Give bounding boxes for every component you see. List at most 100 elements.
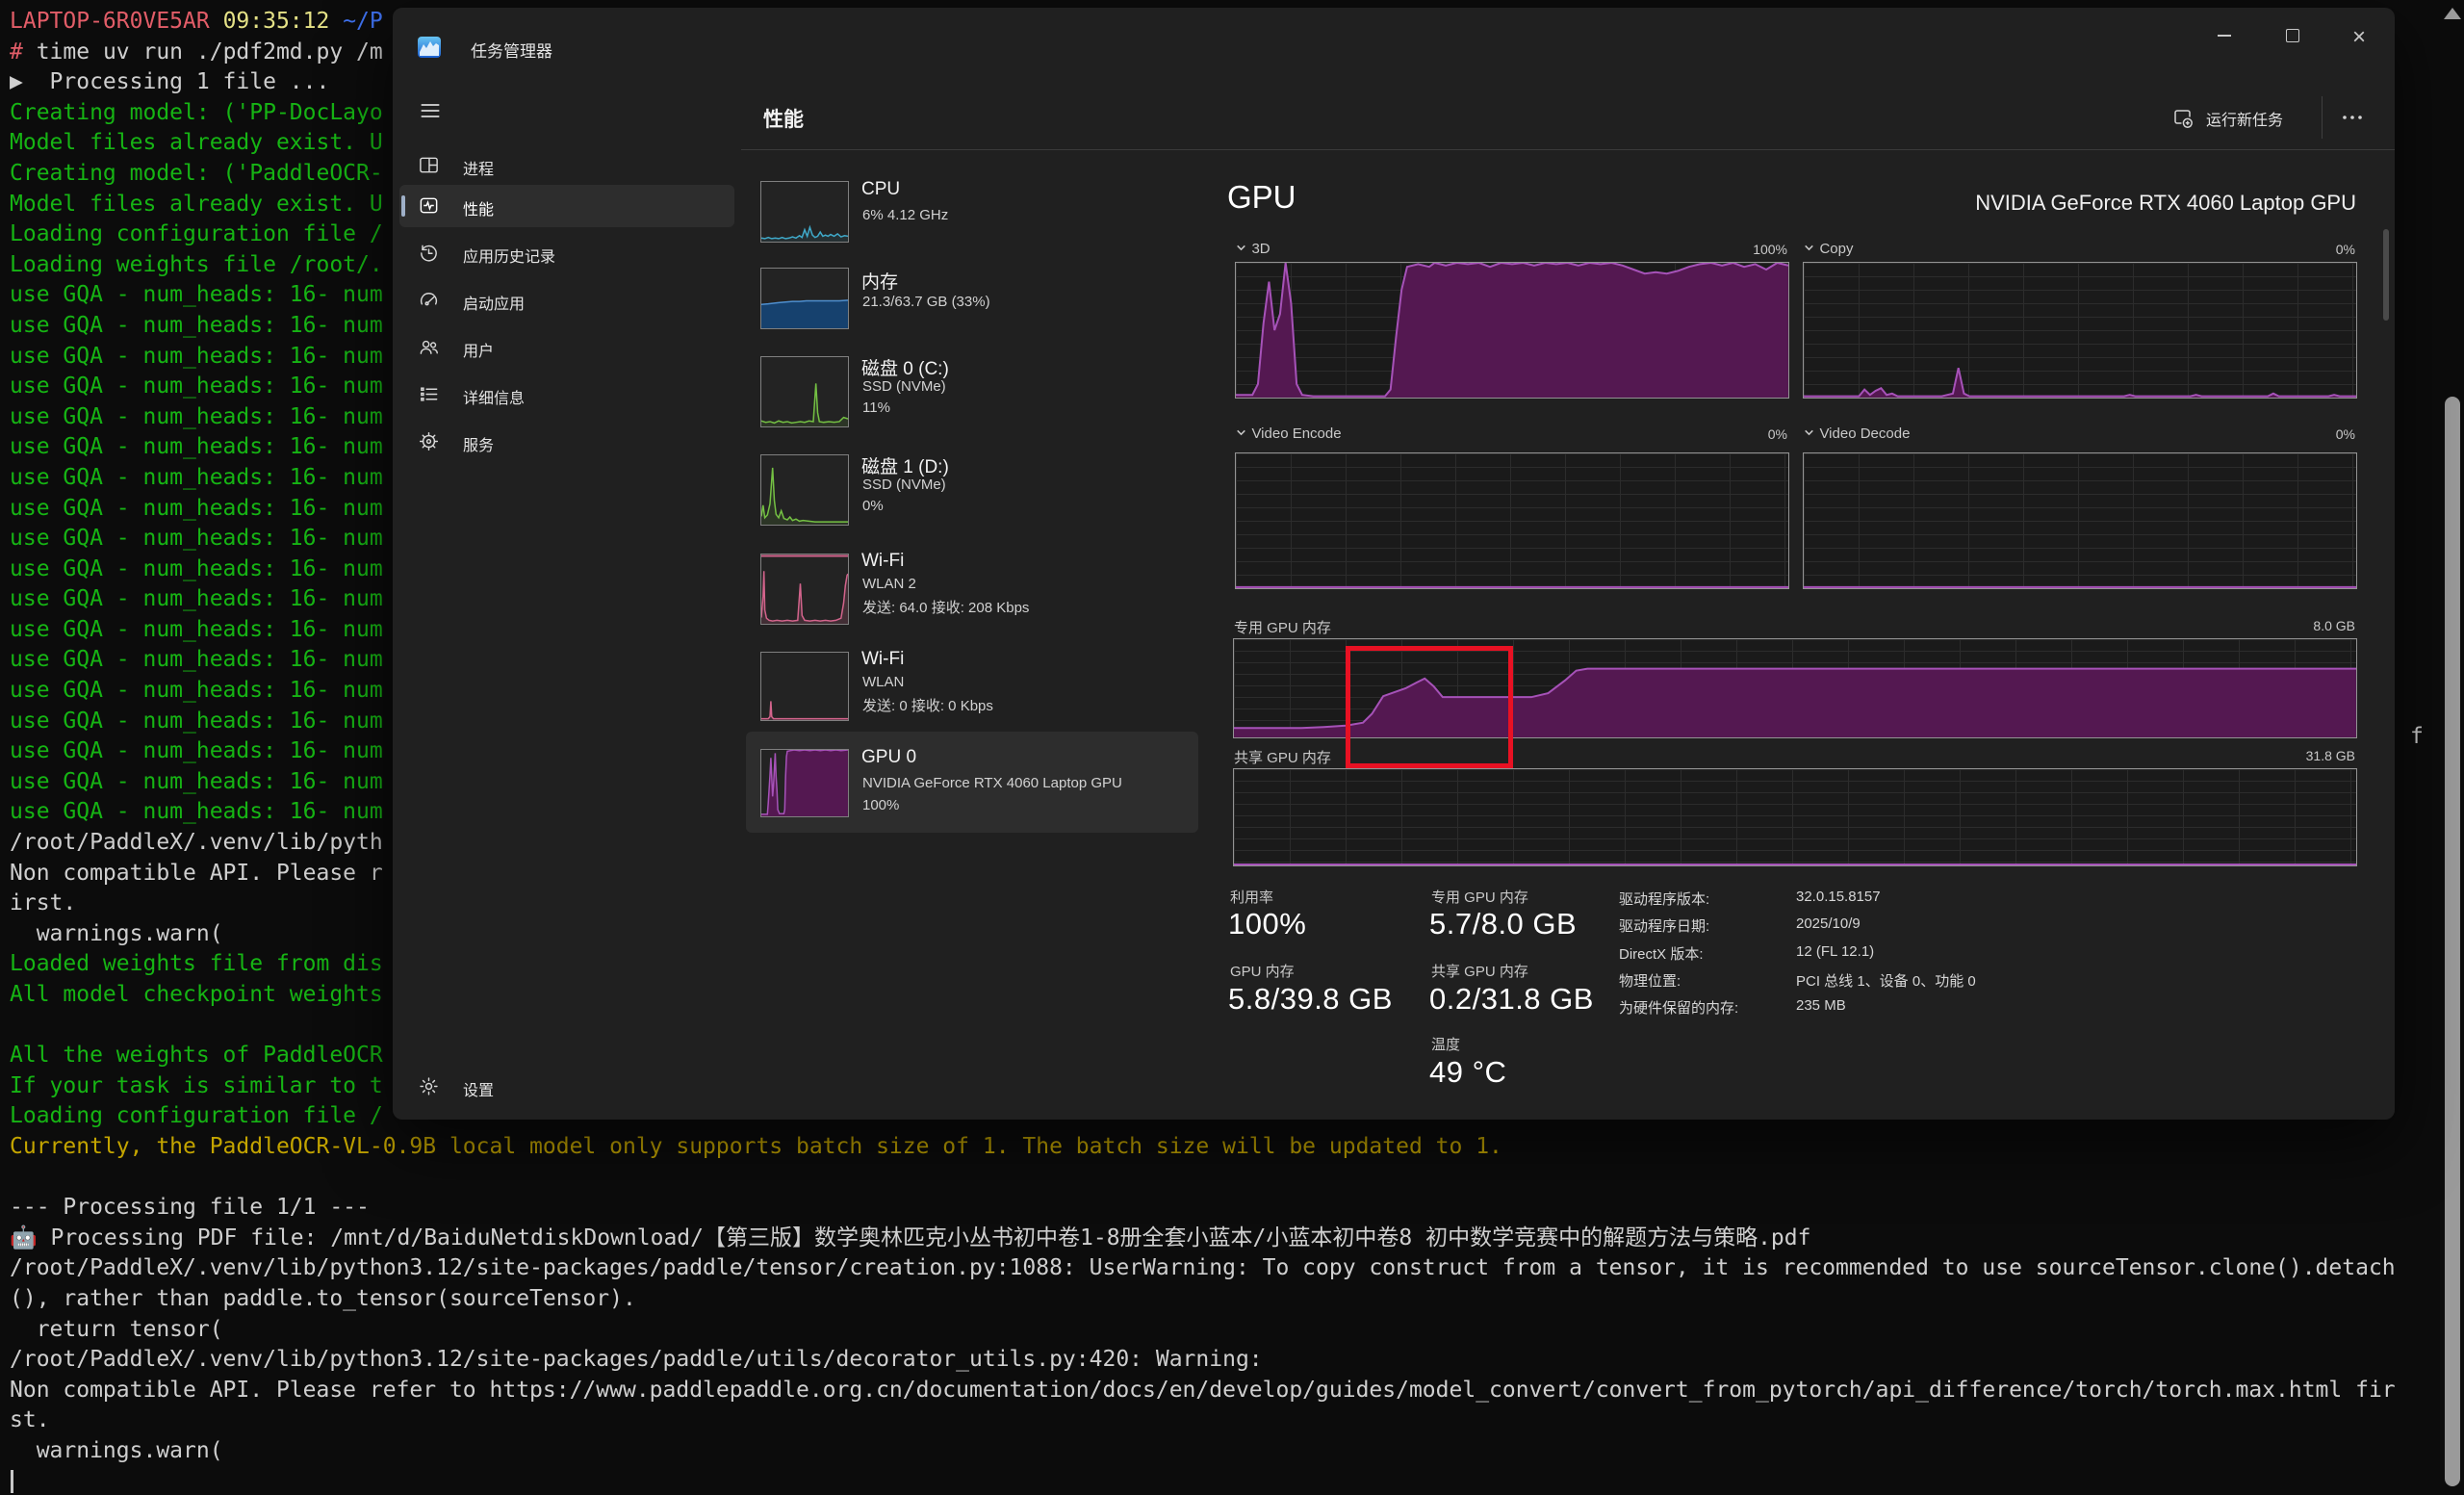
terminal-line: (), rather than paddle.to_tensor(sourceT… [10,1284,2464,1315]
gpu-memory-value: 5.8/39.8 GB [1228,982,1393,1017]
chevron-down-icon [1235,426,1247,439]
terminal-line: --- Processing file 1/1 --- [10,1193,2464,1224]
shared-memory-stat-value: 0.2/31.8 GB [1429,982,1594,1017]
users-icon [418,336,440,358]
hamburger-icon [422,105,438,116]
terminal-line: /root/PaddleX/.venv/lib/python3.12/site-… [10,1345,2464,1376]
page-title: 性能 [763,104,804,133]
shared-memory-stat-label: 共享 GPU 内存 [1431,961,1528,981]
directx-version-value: 12 (FL 12.1) [1796,943,1874,960]
disk0-mini-chart [760,356,849,427]
app-history-icon [418,242,440,264]
startup-apps-icon [418,289,440,311]
terminal-scrollbar-thumb[interactable] [2445,397,2460,1486]
red-annotation-rectangle [1346,646,1513,768]
terminal-line: Currently, the PaddleOCR-VL-0.9B local m… [10,1132,2464,1163]
terminal-line: warnings.warn( [10,1436,2464,1467]
dedicated-memory-stat-label: 专用 GPU 内存 [1431,887,1528,907]
terminal-line: 🤖 Processing PDF file: /mnt/d/BaiduNetdi… [10,1224,2464,1254]
temperature-label: 温度 [1431,1034,1460,1054]
driver-date-label: 驱动程序日期: [1619,915,1709,936]
selected-accent-bar [401,195,405,217]
dedicated-memory-label: 专用 GPU 内存 [1234,617,1331,637]
sidebar-item-services[interactable]: 服务 [399,421,734,463]
perf-row-disk1[interactable]: 磁盘 1 (D:) SSD (NVMe) 0% [746,445,1198,543]
gpu-shared-memory-chart [1233,768,2357,866]
chart-3d-max: 100% [1595,242,1787,257]
hardware-reserved-memory-value: 235 MB [1796,997,1846,1014]
services-icon [418,430,440,452]
chart-encode-max: 0% [1595,426,1787,442]
titlebar[interactable]: 任务管理器 × [393,8,2395,75]
perf-row-gpu-selected[interactable]: GPU 0 NVIDIA GeForce RTX 4060 Laptop GPU… [746,732,1198,833]
panel-scrollbar-thumb[interactable] [2383,229,2389,321]
processes-icon [418,154,440,176]
minimize-button[interactable] [2218,35,2231,37]
sidebar-item-startup-apps[interactable]: 启动应用 [399,279,734,322]
memory-mini-chart [760,268,849,329]
perf-row-wifi[interactable]: Wi-Fi WLAN 发送: 0 接收: 0 Kbps [746,641,1198,732]
app-icon [418,37,441,58]
wifi2-mini-chart [760,554,849,625]
gpu-video-encode-chart [1235,452,1789,589]
maximize-button[interactable] [2286,29,2299,42]
driver-version-label: 驱动程序版本: [1619,889,1709,909]
terminal-line [10,1163,2464,1194]
perf-row-wifi2[interactable]: Wi-Fi WLAN 2 发送: 64.0 接收: 208 Kbps [746,543,1198,641]
sidebar-item-details[interactable]: 详细信息 [399,374,734,416]
terminal-line: return tensor( [10,1315,2464,1346]
shared-memory-max: 31.8 GB [2163,748,2355,763]
window-title: 任务管理器 [471,38,552,62]
details-icon [418,383,440,405]
sidebar-item-settings[interactable]: 设置 [399,1066,734,1108]
gpu-device-name: NVIDIA GeForce RTX 4060 Laptop GPU [1227,191,2356,216]
chart-decode-max: 0% [2163,426,2355,442]
terminal-text-fragment: f [2410,724,2424,749]
header-divider [2322,96,2323,139]
chart-decode-collapse[interactable]: Video Decode [1803,425,1910,443]
task-manager-window: 任务管理器 × 进程 性能 应用历史记录 [393,8,2395,1120]
perf-row-disk0[interactable]: 磁盘 0 (C:) SSD (NVMe) 11% [746,347,1198,445]
sidebar-item-performance[interactable]: 性能 [399,185,734,227]
chevron-down-icon [1803,242,1815,254]
wifi-mini-chart [760,652,849,721]
terminal-line: Non compatible API. Please refer to http… [10,1376,2464,1406]
gpu-mini-chart [760,749,849,817]
gpu-memory-label: GPU 内存 [1230,961,1295,981]
terminal-line: /root/PaddleX/.venv/lib/python3.12/site-… [10,1253,2464,1284]
dedicated-memory-max: 8.0 GB [2163,618,2355,633]
physical-location-value: PCI 总线 1、设备 0、功能 0 [1796,970,1976,991]
chart-copy-max: 0% [2163,242,2355,257]
chart-copy-collapse[interactable]: Copy [1803,241,1853,258]
cpu-mini-chart [760,181,849,243]
sidebar-item-app-history[interactable]: 应用历史记录 [399,232,734,274]
menu-toggle-button[interactable] [418,98,443,123]
close-button[interactable]: × [2352,24,2366,51]
dedicated-memory-stat-value: 5.7/8.0 GB [1429,907,1577,941]
terminal-line: st. [10,1405,2464,1436]
hardware-reserved-memory-label: 为硬件保留的内存: [1619,997,1738,1018]
driver-date-value: 2025/10/9 [1796,915,1861,932]
temperature-value: 49 °C [1429,1055,1506,1090]
sidebar-item-processes[interactable]: 进程 [399,144,734,187]
directx-version-label: DirectX 版本: [1619,943,1704,964]
utilization-label: 利用率 [1230,887,1273,907]
more-options-button[interactable] [2337,106,2375,129]
physical-location-label: 物理位置: [1619,970,1681,991]
terminal-cursor [11,1470,13,1493]
terminal-scrollbar-up-arrow-icon[interactable] [2444,8,2461,19]
perf-row-cpu[interactable]: CPU 6% 4.12 GHz [746,169,1198,258]
performance-icon [418,194,440,217]
disk1-mini-chart [760,454,849,526]
chart-encode-collapse[interactable]: Video Encode [1235,425,1342,443]
chart-3d-collapse[interactable]: 3D [1235,241,1270,258]
chevron-down-icon [1235,242,1247,254]
utilization-value: 100% [1228,907,1306,941]
gpu-copy-chart [1803,262,2357,399]
perf-row-memory[interactable]: 内存 21.3/63.7 GB (33%) [746,258,1198,347]
gpu-video-decode-chart [1803,452,2357,589]
gpu-3d-chart [1235,262,1789,399]
new-task-icon [2171,107,2194,130]
chevron-down-icon [1803,426,1815,439]
sidebar-item-users[interactable]: 用户 [399,326,734,369]
